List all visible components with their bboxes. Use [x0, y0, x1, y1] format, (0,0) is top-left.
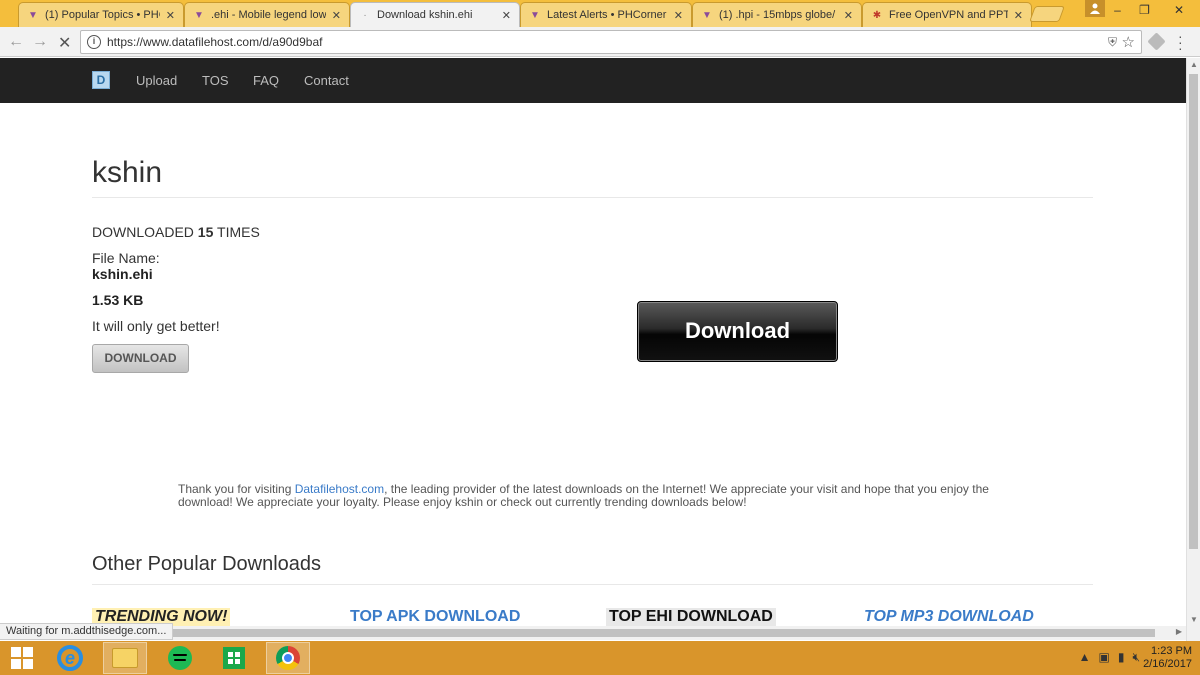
site-info-icon[interactable]: i: [87, 35, 101, 49]
folder-icon: [112, 648, 138, 668]
page-content: kshin DOWNLOADED 15 TIMES File Name: ksh…: [0, 103, 1186, 626]
taskbar-file-explorer[interactable]: [103, 642, 147, 674]
horizontal-scrollbar[interactable]: ▶: [0, 626, 1186, 640]
close-icon[interactable]: ✕: [332, 9, 341, 22]
file-size: 1.53 KB: [92, 292, 144, 308]
file-name-value: kshin.ehi: [92, 266, 153, 282]
show-hidden-icons-icon[interactable]: ▲: [1079, 650, 1091, 665]
tab-popular-topics[interactable]: ▼ (1) Popular Topics • PHC ✕: [18, 2, 184, 27]
nav-contact[interactable]: Contact: [304, 73, 349, 88]
nav-upload[interactable]: Upload: [136, 73, 177, 88]
nav-faq[interactable]: FAQ: [253, 73, 279, 88]
top-mp3-link[interactable]: TOP MP3 DOWNLOAD: [864, 608, 1034, 626]
restore-icon[interactable]: ❐: [1131, 0, 1158, 20]
chrome-icon: [276, 646, 300, 670]
close-icon[interactable]: ✕: [502, 9, 511, 22]
datafilehost-link[interactable]: Datafilehost.com: [295, 482, 384, 496]
system-tray: ▲ ▣ ▮ 🔇︎: [1079, 650, 1140, 665]
tab-free-openvpn[interactable]: ✱ Free OpenVPN and PPTP ✕: [862, 2, 1032, 27]
scrollbar-thumb[interactable]: [1189, 74, 1198, 549]
divider: [92, 197, 1093, 198]
bookmark-star-icon[interactable]: ☆: [1122, 33, 1135, 51]
file-name-label: File Name:: [92, 250, 160, 266]
close-icon[interactable]: ✕: [1014, 9, 1023, 22]
tab-ehi-mobile-legend[interactable]: ▼ .ehi - Mobile legend low ✕: [184, 2, 350, 27]
top-apk-link[interactable]: TOP APK DOWNLOAD: [350, 608, 520, 626]
tab-hpi-globe[interactable]: ▼ (1) .hpi - 15mbps globe/ ✕: [692, 2, 862, 27]
popular-downloads-title: Other Popular Downloads: [92, 553, 322, 575]
taskbar-ie[interactable]: e: [48, 642, 92, 674]
tagline: It will only get better!: [92, 318, 220, 334]
url-text[interactable]: https://www.datafilehost.com/d/a90d9baf: [107, 35, 322, 49]
spotify-icon: [168, 646, 192, 670]
close-icon[interactable]: ✕: [166, 9, 175, 22]
start-button[interactable]: [0, 642, 44, 674]
vpn-icon: ✱: [872, 9, 882, 21]
store-icon: [223, 647, 245, 669]
menu-icon[interactable]: · · ·: [1178, 29, 1183, 55]
tab-strip: ▼ (1) Popular Topics • PHC ✕ ▼ .ehi - Mo…: [0, 0, 1200, 27]
profile-icon[interactable]: [1085, 0, 1105, 17]
scroll-up-icon[interactable]: ▲: [1190, 60, 1198, 69]
close-icon[interactable]: ✕: [844, 9, 853, 22]
address-bar[interactable]: i https://www.datafilehost.com/d/a90d9ba…: [80, 30, 1142, 54]
blocked-content-icon[interactable]: ⛨: [1108, 35, 1117, 50]
download-count: DOWNLOADED 15 TIMES: [92, 224, 260, 240]
page-title: kshin: [92, 156, 163, 189]
window-controls: – ❐ ✕: [1104, 0, 1200, 20]
minimize-icon[interactable]: –: [1104, 0, 1131, 20]
scroll-right-icon[interactable]: ▶: [1176, 627, 1182, 636]
stop-loading-icon[interactable]: ✕: [58, 33, 71, 53]
status-bubble: Waiting for m.addthisedge.com...: [0, 623, 174, 640]
scrollbar-thumb[interactable]: [155, 629, 1155, 637]
new-tab-button[interactable]: [1029, 6, 1065, 22]
phcorner-icon: ▼: [530, 9, 540, 21]
windows-taskbar: e ▲ ▣ ▮ 🔇︎ 1:23 PM 2/16/2017: [0, 641, 1200, 675]
windows-logo-icon: [11, 647, 33, 669]
forward-icon[interactable]: →: [32, 33, 48, 51]
phcorner-icon: ▼: [194, 9, 204, 21]
divider: [92, 584, 1093, 585]
taskbar-spotify[interactable]: [158, 642, 202, 674]
download-button-large[interactable]: Download: [637, 301, 838, 362]
taskbar-store[interactable]: [212, 642, 256, 674]
site-navbar: D Upload TOS FAQ Contact: [0, 58, 1186, 103]
network-signal-icon[interactable]: ▮: [1118, 650, 1125, 665]
tab-latest-alerts[interactable]: ▼ Latest Alerts • PHCorner ✕: [520, 2, 692, 27]
loading-icon: ·: [363, 9, 367, 21]
nav-tos[interactable]: TOS: [202, 73, 229, 88]
phcorner-icon: ▼: [702, 9, 712, 21]
top-ehi-heading: TOP EHI DOWNLOAD: [606, 608, 776, 626]
internet-explorer-icon: e: [57, 645, 83, 671]
browser-toolbar: ← → ✕ i https://www.datafilehost.com/d/a…: [0, 27, 1200, 57]
extension-icon[interactable]: [1147, 32, 1166, 51]
vertical-scrollbar[interactable]: ▲ ▼: [1186, 58, 1200, 642]
download-button-small[interactable]: DOWNLOAD: [92, 344, 189, 373]
tab-download-kshin[interactable]: · Download kshin.ehi ✕: [350, 2, 520, 27]
taskbar-clock[interactable]: 1:23 PM 2/16/2017: [1132, 645, 1192, 671]
back-icon[interactable]: ←: [8, 33, 24, 51]
phcorner-icon: ▼: [28, 9, 38, 21]
taskbar-chrome[interactable]: [266, 642, 310, 674]
close-icon[interactable]: ✕: [674, 9, 683, 22]
scroll-down-icon[interactable]: ▼: [1190, 615, 1198, 624]
window-close-icon[interactable]: ✕: [1158, 0, 1200, 20]
thank-you-message: Thank you for visiting Datafilehost.com,…: [178, 482, 989, 509]
tray-app-icon[interactable]: ▣: [1098, 650, 1109, 665]
site-logo[interactable]: D: [92, 71, 110, 89]
